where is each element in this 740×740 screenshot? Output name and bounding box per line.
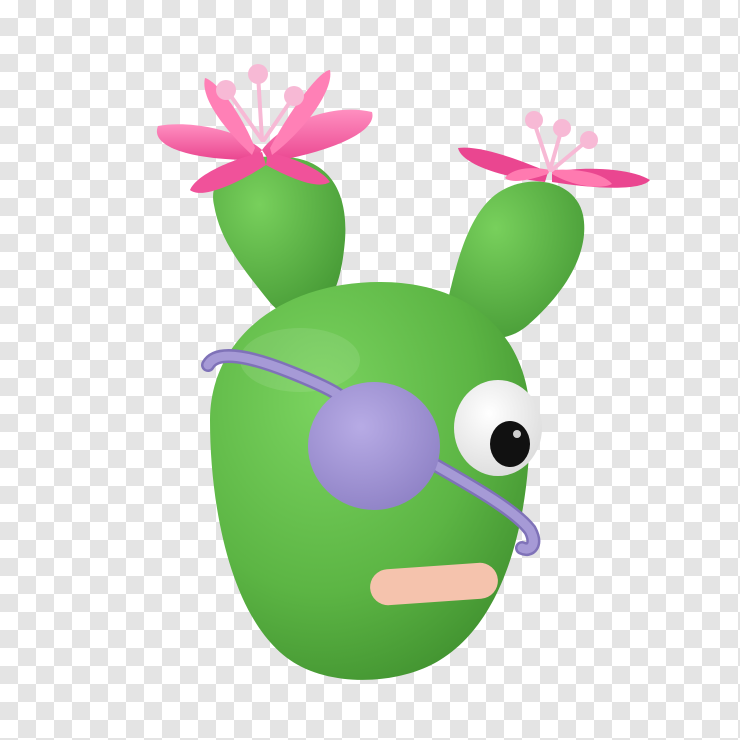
pupil — [490, 421, 530, 467]
right-flower — [458, 111, 650, 188]
image-canvas — [0, 0, 740, 740]
cactus-character-illustration — [156, 64, 650, 680]
eyepatch — [308, 382, 440, 510]
eye — [454, 380, 542, 476]
right-flower-stamens — [525, 111, 598, 172]
